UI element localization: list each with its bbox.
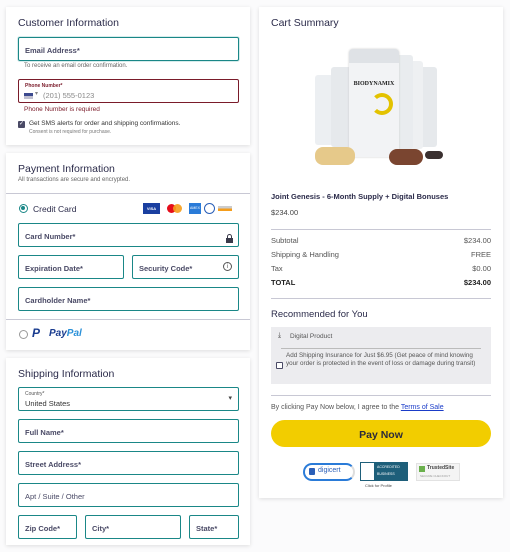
card-number-field[interactable]: Card Number* (18, 223, 239, 247)
discover-icon (218, 206, 232, 211)
state-label: State* (196, 524, 218, 533)
phone-label: Phone Number* (25, 83, 63, 89)
email-hint: To receive an email order confirmation. (24, 63, 128, 69)
shipping-info-title: Shipping Information (18, 368, 115, 380)
lock-icon (226, 230, 233, 243)
bbb-click-for-profile[interactable]: Click for Profile (365, 483, 392, 488)
state-select[interactable]: State* (189, 515, 239, 539)
phone-input[interactable]: (201) 555-0123 (43, 91, 94, 100)
email-field[interactable]: Email Address* (18, 37, 239, 61)
paypal-icon: P (32, 326, 41, 340)
full-name-label: Full Name* (25, 428, 64, 437)
check-icon (419, 466, 425, 472)
payment-subtitle: All transactions are secure and encrypte… (18, 177, 131, 183)
customer-info-title: Customer Information (18, 17, 119, 29)
apt-suite-field[interactable]: Apt / Suite / Other (18, 483, 239, 507)
info-icon[interactable]: i (223, 262, 232, 271)
insurance-checkbox[interactable] (276, 362, 283, 369)
summary-row-shipping: Shipping & Handling FREE (271, 250, 491, 259)
divider (271, 298, 491, 299)
paypal-radio[interactable] (19, 330, 28, 339)
apt-suite-label: Apt / Suite / Other (25, 492, 85, 501)
mastercard-icon (166, 203, 184, 214)
paypal-label[interactable]: PayPal (49, 328, 82, 339)
zip-code-field[interactable]: Zip Code* (18, 515, 77, 539)
product-name: Joint Genesis - 6-Month Supply + Digital… (271, 192, 449, 201)
lock-icon (309, 468, 315, 475)
trustedsite-badge[interactable]: TrustedSite SECURE CHECKOUT (416, 463, 460, 481)
city-label: City* (92, 524, 110, 533)
shipping-info-card: Shipping Information Country* United Sta… (6, 358, 250, 545)
expiration-date-field[interactable]: Expiration Date* (18, 255, 124, 279)
summary-row-tax: Tax $0.00 (271, 264, 491, 273)
chevron-down-icon: ▾ (228, 395, 232, 402)
pay-now-button[interactable]: Pay Now (271, 420, 491, 447)
product-price: $234.00 (271, 208, 299, 217)
street-address-label: Street Address* (25, 460, 81, 469)
card-number-label: Card Number* (25, 232, 76, 241)
street-address-field[interactable]: Street Address* (18, 451, 239, 475)
cart-summary-card: Cart Summary BIODYNAMIX Joint Genesis - … (259, 7, 503, 498)
amex-icon: AMEX (189, 203, 201, 214)
country-value: United States (25, 399, 71, 408)
cardholder-name-label: Cardholder Name* (25, 296, 91, 305)
visa-icon: VISA (143, 203, 160, 214)
digicert-badge[interactable]: digicert (303, 463, 355, 481)
payment-info-title: Payment Information (18, 163, 115, 175)
phone-field[interactable]: Phone Number* ▾ (201) 555-0123 (18, 79, 239, 103)
payment-info-card: Payment Information All transactions are… (6, 153, 250, 350)
divider (271, 395, 491, 396)
sms-sublabel: Consent is not required for purchase. (29, 129, 112, 135)
country-select[interactable]: Country* United States ▾ (18, 387, 239, 411)
zip-code-label: Zip Code* (25, 524, 60, 533)
credit-card-radio[interactable] (19, 204, 28, 213)
phone-error: Phone Number is required (24, 106, 100, 113)
product-brand: BIODYNAMIX (353, 81, 395, 87)
bbb-badge[interactable]: ACCREDITED BUSINESS (360, 462, 408, 481)
customer-info-card: Customer Information Email Address* To r… (6, 7, 250, 145)
divider (6, 319, 250, 320)
divider (6, 193, 250, 194)
bbb-icon (361, 463, 374, 480)
summary-row-subtotal: Subtotal $234.00 (271, 236, 491, 245)
digital-product-label: Digital Product (290, 333, 333, 340)
product-image: BIODYNAMIX (309, 47, 449, 175)
pay-now-label: Pay Now (359, 429, 403, 441)
divider (271, 229, 491, 230)
chevron-down-icon[interactable]: ▾ (35, 90, 38, 97)
full-name-field[interactable]: Full Name* (18, 419, 239, 443)
terms-of-sale-link[interactable]: Terms of Sale (401, 404, 444, 411)
security-code-label: Security Code* (139, 264, 193, 273)
download-icon: ⤓ (278, 332, 282, 339)
insurance-label: Add Shipping Insurance for Just $6.95 (G… (286, 352, 476, 367)
agree-text: By clicking Pay Now below, I agree to th… (271, 404, 444, 411)
us-flag-icon[interactable] (24, 93, 33, 99)
email-label: Email Address* (25, 46, 80, 55)
security-code-field[interactable]: Security Code* i (132, 255, 239, 279)
sms-checkbox[interactable]: ✓ (18, 121, 25, 128)
cardholder-name-field[interactable]: Cardholder Name* (18, 287, 239, 311)
country-label: Country* (25, 391, 45, 397)
summary-row-total: TOTAL $234.00 (271, 278, 491, 287)
recommended-box: ⤓ Digital Product Add Shipping Insurance… (271, 327, 491, 384)
credit-card-label[interactable]: Credit Card (33, 204, 76, 214)
sms-label: Get SMS alerts for order and shipping co… (29, 120, 181, 127)
expiration-date-label: Expiration Date* (25, 264, 83, 273)
city-field[interactable]: City* (85, 515, 181, 539)
diners-icon (204, 203, 215, 214)
cart-summary-title: Cart Summary (271, 17, 339, 29)
recommended-title: Recommended for You (271, 309, 368, 320)
